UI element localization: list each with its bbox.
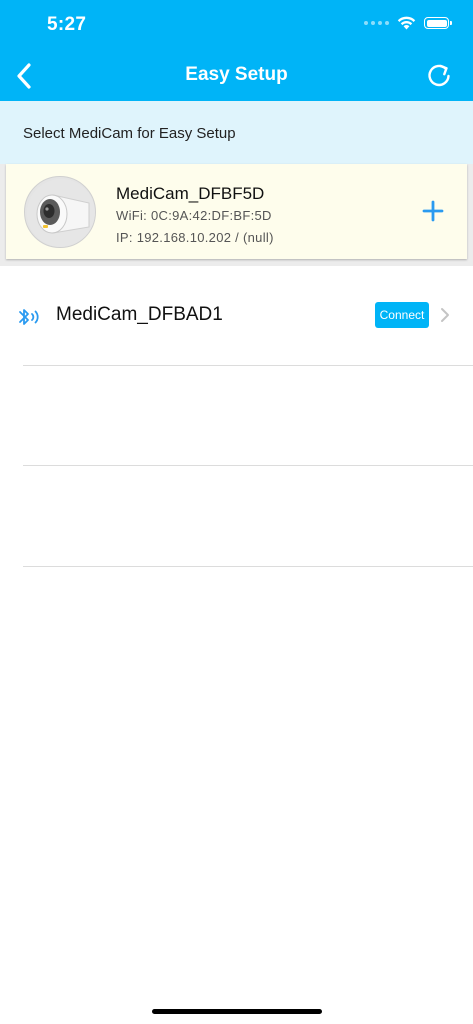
bluetooth-device-name: MediCam_DFBAD1 <box>56 304 223 325</box>
top-bar: 5:27 Easy Setup <box>0 0 473 101</box>
page-title: Easy Setup <box>185 64 288 85</box>
list-divider <box>23 566 473 567</box>
plus-icon <box>422 200 444 222</box>
cellular-signal-icon <box>364 21 389 25</box>
refresh-button[interactable] <box>425 61 453 91</box>
bluetooth-icon <box>19 309 39 325</box>
connect-button[interactable]: Connect <box>375 302 429 328</box>
found-device-wifi: WiFi: 0C:9A:42:DF:BF:5D <box>116 208 272 223</box>
camera-thumbnail <box>24 176 96 248</box>
camera-icon <box>27 179 95 247</box>
found-device-name: MediCam_DFBF5D <box>116 184 265 203</box>
wifi-icon <box>397 16 416 30</box>
list-divider <box>23 365 473 366</box>
setup-instructions-text: Select MediCam for Easy Setup <box>23 125 236 142</box>
status-indicators <box>364 16 452 30</box>
chevron-right-icon[interactable] <box>439 307 451 323</box>
bluetooth-device-row[interactable]: MediCam_DFBAD1 Connect <box>0 266 473 366</box>
found-device-section: MediCam_DFBF5D WiFi: 0C:9A:42:DF:BF:5D I… <box>0 164 473 266</box>
home-indicator[interactable] <box>152 1009 322 1014</box>
battery-icon <box>424 17 452 29</box>
found-device-card[interactable]: MediCam_DFBF5D WiFi: 0C:9A:42:DF:BF:5D I… <box>6 164 467 259</box>
status-time: 5:27 <box>47 14 87 35</box>
setup-instructions-banner: Select MediCam for Easy Setup <box>0 101 473 164</box>
found-device-ip: IP: 192.168.10.202 / (null) <box>116 230 274 245</box>
screen: 5:27 Easy Setup Select MediCam for Easy … <box>0 0 473 1024</box>
add-device-button[interactable] <box>419 197 447 225</box>
list-divider <box>23 465 473 466</box>
refresh-icon <box>428 64 450 87</box>
